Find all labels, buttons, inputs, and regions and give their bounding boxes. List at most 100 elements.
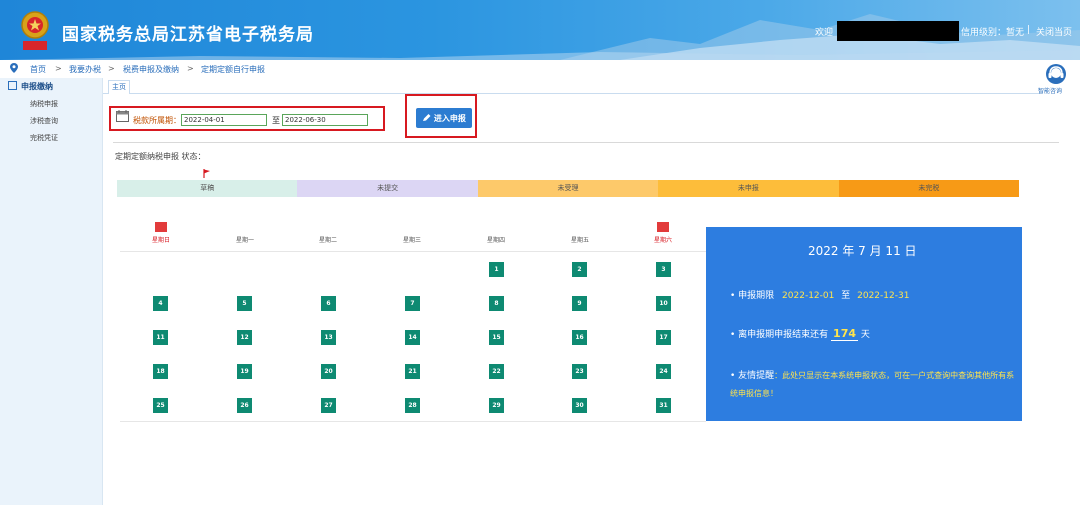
breadcrumb-separator: > <box>187 64 194 73</box>
period-start-input[interactable] <box>181 114 267 126</box>
friendly-reminder: • 友情提醒：此处只显示在本系统申报状态，可在一户式查询中查询其他所有系统申报信… <box>730 367 1018 402</box>
status-title: 定期定额纳税申报 状态： <box>115 152 206 161</box>
status-segment-label: 未提交 <box>377 184 399 192</box>
site-title: 国家税务总局江苏省电子税务局 <box>62 25 314 45</box>
sunday-marker-icon <box>155 222 167 232</box>
sidebar-item-tax-query[interactable]: 涉税查询 <box>30 116 58 126</box>
calendar-day[interactable]: 5 <box>237 296 252 311</box>
redacted-username <box>837 21 959 41</box>
calendar-day[interactable]: 24 <box>656 364 671 379</box>
current-status-flag-icon <box>203 169 210 178</box>
calendar-day[interactable]: 13 <box>321 330 336 345</box>
sidebar-item-tax-certificate[interactable]: 完税凭证 <box>30 133 58 143</box>
tax-emblem-icon <box>21 11 49 50</box>
status-segment-draft: 草稿 <box>117 180 298 197</box>
weekday-tuesday: 星期二 <box>318 237 337 244</box>
calendar-day[interactable]: 10 <box>656 296 671 311</box>
breadcrumb-tax-service[interactable]: 我要办税 <box>69 64 101 75</box>
breadcrumb-home[interactable]: 首页 <box>30 64 46 75</box>
header-separator: | <box>1027 25 1031 35</box>
current-date: 2022 年 7 月 11 日 <box>808 244 917 258</box>
menu-square-icon <box>8 81 17 90</box>
countdown-prefix: • 离申报期申报结束还有 <box>730 330 829 340</box>
calendar-day[interactable]: 19 <box>237 364 252 379</box>
status-segment-unpaid: 未完税 <box>838 180 1020 197</box>
calendar-day[interactable]: 25 <box>153 398 168 413</box>
calendar-day[interactable]: 23 <box>572 364 587 379</box>
calendar-day[interactable]: 21 <box>405 364 420 379</box>
calendar-day[interactable]: 4 <box>153 296 168 311</box>
declaration-period-label: • 申报期限 <box>730 291 775 301</box>
weekday-sunday: 星期日 <box>151 237 170 244</box>
breadcrumb-declaration[interactable]: 税费申报及缴纳 <box>123 64 179 75</box>
header-banner: 国家税务总局江苏省电子税务局 欢迎 信用级别：暂无 | 关闭当页 <box>0 0 1080 60</box>
credit-level[interactable]: 信用级别：暂无 <box>961 25 1024 38</box>
weekday-friday: 星期五 <box>570 237 589 244</box>
calendar-day[interactable]: 1 <box>489 262 504 277</box>
calendar-day[interactable]: 12 <box>237 330 252 345</box>
calendar-day[interactable]: 31 <box>656 398 671 413</box>
calendar-bottom-line <box>120 421 706 422</box>
enter-declaration-button[interactable]: 进入申报 <box>416 108 472 128</box>
calendar-day[interactable]: 3 <box>656 262 671 277</box>
calendar-day[interactable]: 16 <box>572 330 587 345</box>
calendar-day[interactable]: 20 <box>321 364 336 379</box>
reminder-label: • 友情提醒 <box>730 371 775 381</box>
calendar-day[interactable]: 18 <box>153 364 168 379</box>
calendar-day[interactable]: 7 <box>405 296 420 311</box>
saturday-marker-icon <box>657 222 669 232</box>
status-segment-label: 未申报 <box>737 184 759 192</box>
status-segment-label: 未受理 <box>557 184 579 192</box>
countdown-days: 174 <box>831 327 859 341</box>
period-end-input[interactable] <box>282 114 368 126</box>
countdown-suffix: 天 <box>860 330 870 340</box>
weekday-wednesday: 星期三 <box>402 237 421 244</box>
sidebar-item-tax-declaration[interactable]: 纳税申报 <box>30 99 58 109</box>
weekday-saturday: 星期六 <box>653 237 672 244</box>
tab-home[interactable]: 主页 <box>108 80 130 94</box>
calendar-day[interactable]: 29 <box>489 398 504 413</box>
calendar-day[interactable]: 9 <box>572 296 587 311</box>
close-page-link[interactable]: 关闭当页 <box>1036 25 1072 38</box>
calendar-day[interactable]: 26 <box>237 398 252 413</box>
calendar-day[interactable]: 22 <box>489 364 504 379</box>
calendar-day[interactable]: 8 <box>489 296 504 311</box>
countdown-row: • 离申报期申报结束还有 174 天 <box>730 327 870 341</box>
calendar-day[interactable]: 15 <box>489 330 504 345</box>
edit-pen-icon <box>423 113 431 121</box>
weekday-divider <box>120 251 706 252</box>
calendar-day[interactable]: 6 <box>321 296 336 311</box>
calendar-day[interactable]: 30 <box>572 398 587 413</box>
weekday-thursday: 星期四 <box>486 237 505 244</box>
enter-declaration-label: 进入申报 <box>433 113 466 123</box>
status-segment-unaccepted: 未受理 <box>477 180 659 197</box>
status-segment-undeclared: 未申报 <box>658 180 839 197</box>
declaration-period-row: • 申报期限 2022-12-01 至 2022-12-31 <box>730 288 909 301</box>
declaration-period-to: 至 <box>841 291 851 301</box>
location-pin-icon <box>10 63 18 73</box>
calendar-day[interactable]: 17 <box>656 330 671 345</box>
calendar-day[interactable]: 2 <box>572 262 587 277</box>
calendar-icon <box>116 110 129 122</box>
declaration-period-end: 2022-12-31 <box>857 291 910 301</box>
headset-assistant-icon[interactable] <box>1043 63 1069 85</box>
calendar-day[interactable]: 11 <box>153 330 168 345</box>
period-to-label: 至 <box>272 116 280 125</box>
status-progress-bar: 草稿 未提交 未受理 未申报 未完税 <box>117 180 1020 197</box>
calendar-day[interactable]: 28 <box>405 398 420 413</box>
calendar-day[interactable]: 27 <box>321 398 336 413</box>
assistant-label[interactable]: 智能咨询 <box>1038 86 1062 95</box>
sidebar-section-label: 申报缴纳 <box>21 82 53 91</box>
breadcrumb-current: 定期定额自行申报 <box>201 65 265 74</box>
status-segment-label: 草稿 <box>200 184 215 192</box>
status-segment-unsubmitted: 未提交 <box>297 180 478 197</box>
sidebar-section-declare[interactable]: 申报缴纳 <box>8 81 53 92</box>
tax-period-label: 税款所属期： <box>133 116 181 125</box>
section-divider <box>113 142 1059 143</box>
weekday-monday: 星期一 <box>235 237 254 244</box>
welcome-text: 欢迎 <box>815 28 834 38</box>
calendar-day[interactable]: 14 <box>405 330 420 345</box>
status-segment-label: 未完税 <box>918 184 940 192</box>
tab-strip <box>103 79 1040 94</box>
declaration-period-start: 2022-12-01 <box>782 291 835 301</box>
